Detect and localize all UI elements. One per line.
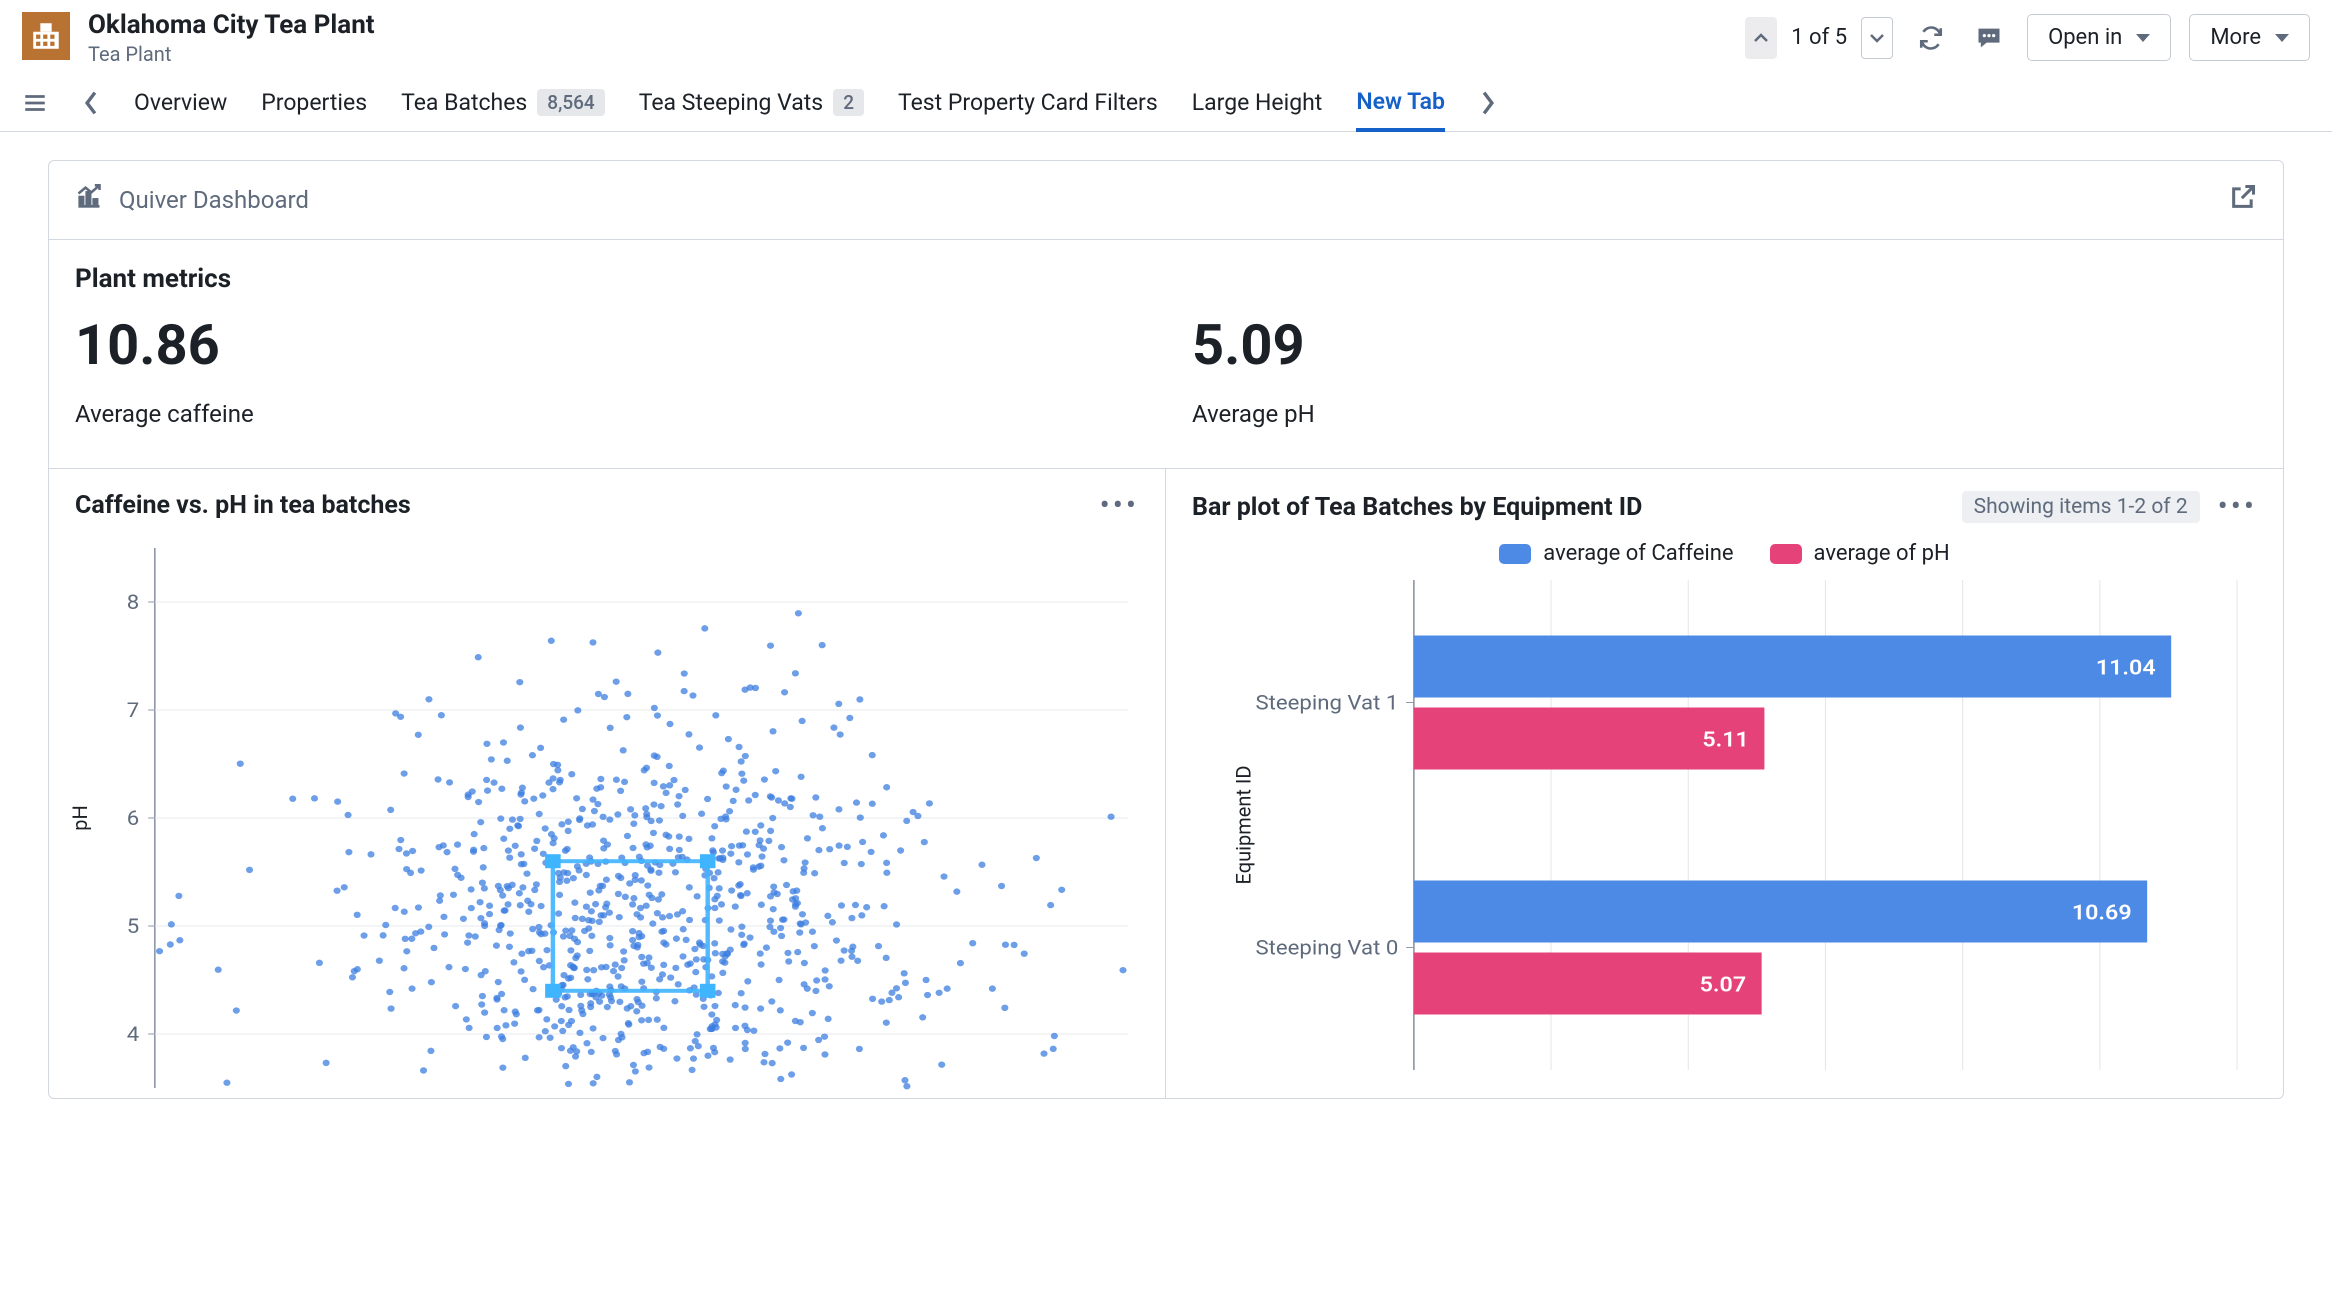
barplot-y-axis-label: Equipment ID — [1231, 766, 1255, 885]
dashboard-title: Quiver Dashboard — [119, 186, 309, 214]
tab-label: Tea Batches — [401, 89, 527, 116]
scatter-title: Caffeine vs. pH in tea batches — [75, 491, 411, 520]
tabs-scroll-left-icon[interactable] — [82, 90, 100, 116]
barplot-items-pill: Showing items 1-2 of 2 — [1962, 491, 2200, 523]
more-label: More — [2210, 25, 2261, 50]
title-block: Oklahoma City Tea Plant Tea Plant — [88, 10, 375, 66]
scatter-more-icon[interactable]: ••• — [1100, 500, 1139, 512]
content-area: Quiver Dashboard Plant metrics 10.86 Ave… — [0, 132, 2332, 1127]
svg-text:8: 8 — [127, 591, 139, 615]
open-in-label: Open in — [2048, 25, 2122, 50]
open-in-button[interactable]: Open in — [2027, 14, 2171, 61]
metric-label: Average caffeine — [75, 400, 1140, 428]
svg-text:5.11: 5.11 — [1702, 728, 1749, 753]
tab-label: New Tab — [1356, 88, 1445, 115]
svg-text:4: 4 — [127, 1023, 140, 1047]
header-right: 1 of 5 Open in More — [1745, 10, 2310, 61]
svg-text:10.69: 10.69 — [2072, 901, 2132, 926]
scatter-panel: Caffeine vs. pH in tea batches ••• pH 4 5… — [49, 469, 1166, 1098]
more-button[interactable]: More — [2189, 14, 2310, 61]
metric-caffeine: 10.86 Average caffeine — [49, 312, 1166, 468]
scatter-chart[interactable]: pH 45678 — [75, 538, 1139, 1098]
barplot-head: Bar plot of Tea Batches by Equipment ID … — [1192, 491, 2257, 523]
svg-text:Steeping Vat 0: Steeping Vat 0 — [1255, 937, 1398, 961]
page-subtitle: Tea Plant — [88, 42, 375, 66]
tab-badge: 8,564 — [537, 89, 604, 116]
page-title: Oklahoma City Tea Plant — [88, 10, 375, 40]
tab-label: Large Height — [1192, 89, 1323, 116]
tab-large-height[interactable]: Large Height — [1192, 74, 1323, 131]
dashboard-card: Quiver Dashboard Plant metrics 10.86 Ave… — [48, 160, 2284, 1099]
legend-swatch-ph — [1770, 544, 1802, 564]
legend-ph: average of pH — [1770, 541, 1950, 566]
popout-icon[interactable] — [2229, 183, 2257, 217]
svg-text:Steeping Vat 1: Steeping Vat 1 — [1255, 692, 1398, 716]
tabs-scroll-right-icon[interactable] — [1479, 90, 1497, 116]
legend-label: average of pH — [1814, 541, 1950, 566]
dashboard-card-header: Quiver Dashboard — [49, 161, 2283, 240]
svg-text:5: 5 — [127, 915, 140, 939]
metric-value: 5.09 — [1192, 312, 2257, 378]
tab-overview[interactable]: Overview — [134, 74, 227, 131]
app-header: Oklahoma City Tea Plant Tea Plant 1 of 5… — [0, 0, 2332, 74]
legend-swatch-caffeine — [1499, 544, 1531, 564]
tab-properties[interactable]: Properties — [261, 74, 367, 131]
svg-text:11.04: 11.04 — [2096, 656, 2156, 681]
barplot-more-icon[interactable]: ••• — [2218, 501, 2257, 513]
tab-tea-steeping-vats[interactable]: Tea Steeping Vats 2 — [639, 74, 864, 131]
section-title: Plant metrics — [49, 240, 2283, 312]
tab-label: Tea Steeping Vats — [639, 89, 823, 116]
tab-row: Overview Properties Tea Batches 8,564 Tea St… — [0, 74, 2332, 132]
tab-tea-batches[interactable]: Tea Batches 8,564 — [401, 74, 605, 131]
svg-text:7: 7 — [127, 699, 139, 723]
metrics-row: 10.86 Average caffeine 5.09 Average pH — [49, 312, 2283, 469]
scatter-y-axis-label: pH — [68, 805, 92, 831]
dashboard-icon — [75, 183, 103, 217]
refresh-icon[interactable] — [1911, 18, 1951, 58]
metric-value: 10.86 — [75, 312, 1140, 378]
legend-label: average of Caffeine — [1543, 541, 1733, 566]
tabs-container: Overview Properties Tea Batches 8,564 Tea St… — [134, 74, 1445, 131]
barplot-legend: average of Caffeine average of pH — [1192, 541, 2257, 566]
tab-label: Properties — [261, 89, 367, 116]
comment-icon[interactable] — [1969, 18, 2009, 58]
tab-label: Overview — [134, 89, 227, 116]
hamburger-icon[interactable] — [22, 90, 48, 116]
barplot-panel: Bar plot of Tea Batches by Equipment ID … — [1166, 469, 2283, 1098]
header-left: Oklahoma City Tea Plant Tea Plant — [22, 10, 375, 66]
plant-icon — [22, 12, 70, 60]
pager: 1 of 5 — [1745, 17, 1893, 59]
caret-down-icon — [2275, 34, 2289, 42]
svg-text:6: 6 — [127, 807, 139, 831]
metric-label: Average pH — [1192, 400, 2257, 428]
svg-text:5.07: 5.07 — [1700, 973, 1747, 998]
legend-caffeine: average of Caffeine — [1499, 541, 1733, 566]
tab-new-tab[interactable]: New Tab — [1356, 75, 1445, 132]
charts-row: Caffeine vs. pH in tea batches ••• pH 4 5… — [49, 469, 2283, 1098]
pager-text: 1 of 5 — [1791, 25, 1847, 50]
dashboard-header-left: Quiver Dashboard — [75, 183, 309, 217]
pager-next-button[interactable] — [1861, 17, 1893, 59]
caret-down-icon — [2136, 34, 2150, 42]
barplot-title: Bar plot of Tea Batches by Equipment ID — [1192, 493, 1642, 522]
scatter-head: Caffeine vs. pH in tea batches ••• — [75, 491, 1139, 520]
pager-prev-button[interactable] — [1745, 17, 1777, 59]
barplot-chart[interactable]: Equipment ID Steeping Vat 1 11.04 5.11 Stee… — [1192, 580, 2257, 1070]
tab-label: Test Property Card Filters — [898, 89, 1158, 116]
tab-badge: 2 — [833, 89, 864, 116]
metric-ph: 5.09 Average pH — [1166, 312, 2283, 468]
tab-test-property-card-filters[interactable]: Test Property Card Filters — [898, 74, 1158, 131]
